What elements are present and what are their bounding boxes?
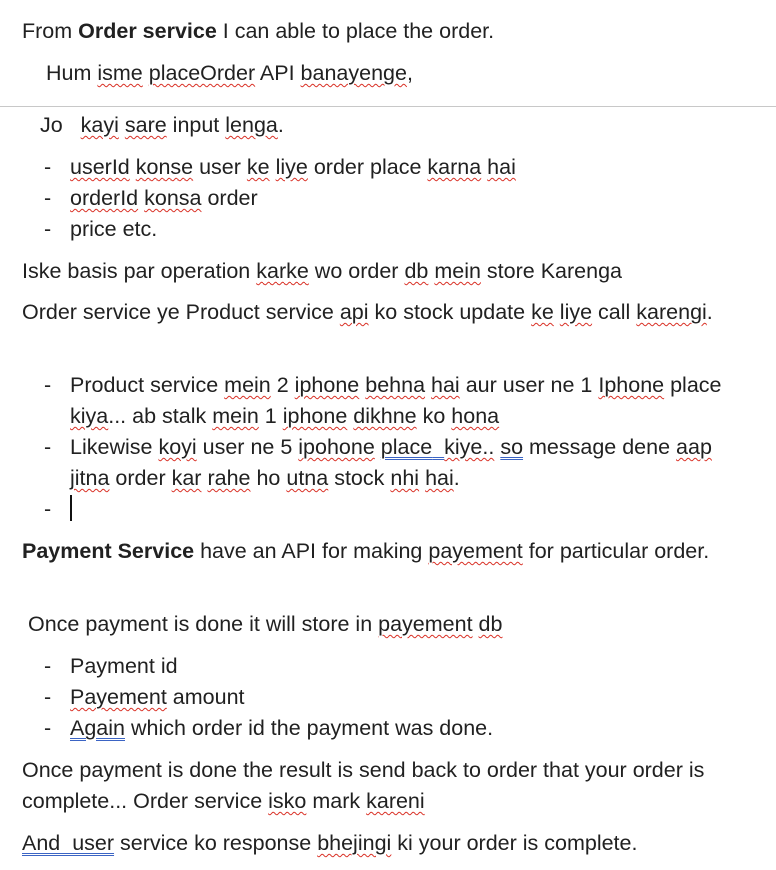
paragraph-store-db: Iske basis par operation karke wo order … — [22, 259, 622, 283]
paragraph-payment-service: Payment Service have an API for making p… — [22, 539, 710, 563]
paragraph-order-service-intro: From Order service I can able to place t… — [22, 19, 495, 43]
list-item: - orderId konsa order — [44, 186, 258, 210]
payment-fields-list: - Payment id - Payement amount - Again whic… — [22, 651, 746, 744]
paragraph-payment-db: Once payment is done it will store in pa… — [28, 612, 503, 636]
heading-order-service: Order service — [78, 19, 217, 43]
list-item: - Product service mein 2 iphone behna hai… — [44, 373, 722, 428]
text-cursor — [70, 495, 72, 521]
paragraph-result-back: Once payment is done the result is send … — [22, 758, 705, 813]
paragraph-placeorder-api: Hum isme placeOrder API banayenge, — [46, 61, 413, 85]
paragraph-inputs: Jo kayi sare input lenga. — [40, 113, 284, 137]
stock-list: - Product service mein 2 iphone behna hai… — [22, 370, 754, 525]
list-item: - price etc. — [44, 217, 158, 241]
page-break-divider — [0, 106, 776, 107]
list-item: - Payement amount — [44, 685, 245, 709]
paragraph-user-response: And user service ko response bhejingi ki… — [22, 831, 638, 855]
list-item: - Payment id — [44, 654, 178, 678]
list-item: - Likewise koyi user ne 5 ipohone place k… — [44, 435, 712, 490]
list-item: - Again which order id the payment was do… — [44, 716, 494, 740]
list-item: - userId konse user ke liye order place k… — [44, 155, 516, 179]
input-list: - userId konse user ke liye order place k… — [22, 152, 746, 245]
paragraph-product-service-call: Order service ye Product service api ko … — [22, 300, 713, 324]
heading-payment-service: Payment Service — [22, 539, 195, 563]
list-item-empty[interactable]: - — [22, 494, 754, 525]
